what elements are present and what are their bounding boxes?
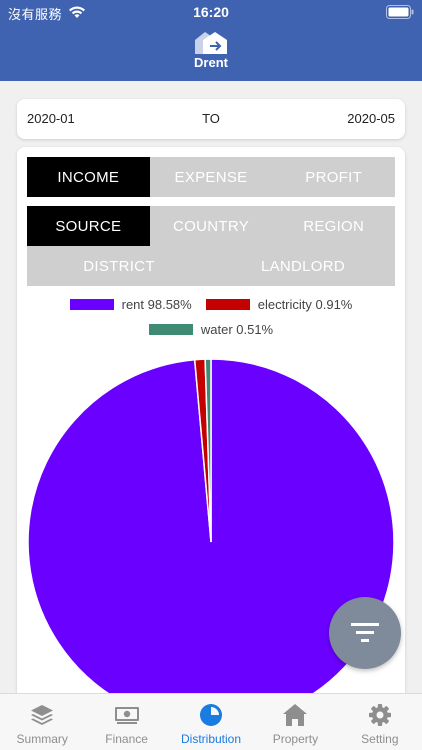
tab-label-finance: Finance: [105, 732, 148, 746]
app-logo-icon: [195, 32, 227, 54]
gear-icon: [368, 704, 391, 726]
app-name: Drent: [194, 55, 228, 70]
pie-chart-icon: [200, 704, 223, 726]
tab-finance[interactable]: Finance: [84, 694, 168, 750]
house-icon: [283, 704, 308, 726]
end-date[interactable]: 2020-05: [347, 111, 395, 126]
tab-label-setting: Setting: [361, 732, 399, 746]
app-header: 沒有服務 16:20 Drent: [0, 0, 422, 81]
tab-distribution[interactable]: Distribution: [169, 694, 253, 750]
tab-summary[interactable]: Summary: [0, 694, 84, 750]
status-bar: 沒有服務 16:20: [0, 0, 422, 24]
tab-property[interactable]: Property: [253, 694, 337, 750]
battery-icon: [386, 5, 414, 19]
tab-setting[interactable]: Setting: [338, 694, 422, 750]
filter-button[interactable]: [329, 597, 401, 669]
tab-label-summary: Summary: [16, 732, 68, 746]
tab-label-property: Property: [272, 732, 319, 746]
filter-icon: [351, 623, 379, 642]
date-range-picker[interactable]: 2020-01 TO 2020-05: [17, 99, 405, 139]
banknote-icon: [114, 707, 139, 724]
bottom-tab-bar: Summary Finance Distribution Property Se…: [0, 693, 422, 750]
tab-label-distribution: Distribution: [181, 732, 242, 746]
layers-icon: [31, 705, 54, 725]
status-time: 16:20: [193, 4, 229, 20]
